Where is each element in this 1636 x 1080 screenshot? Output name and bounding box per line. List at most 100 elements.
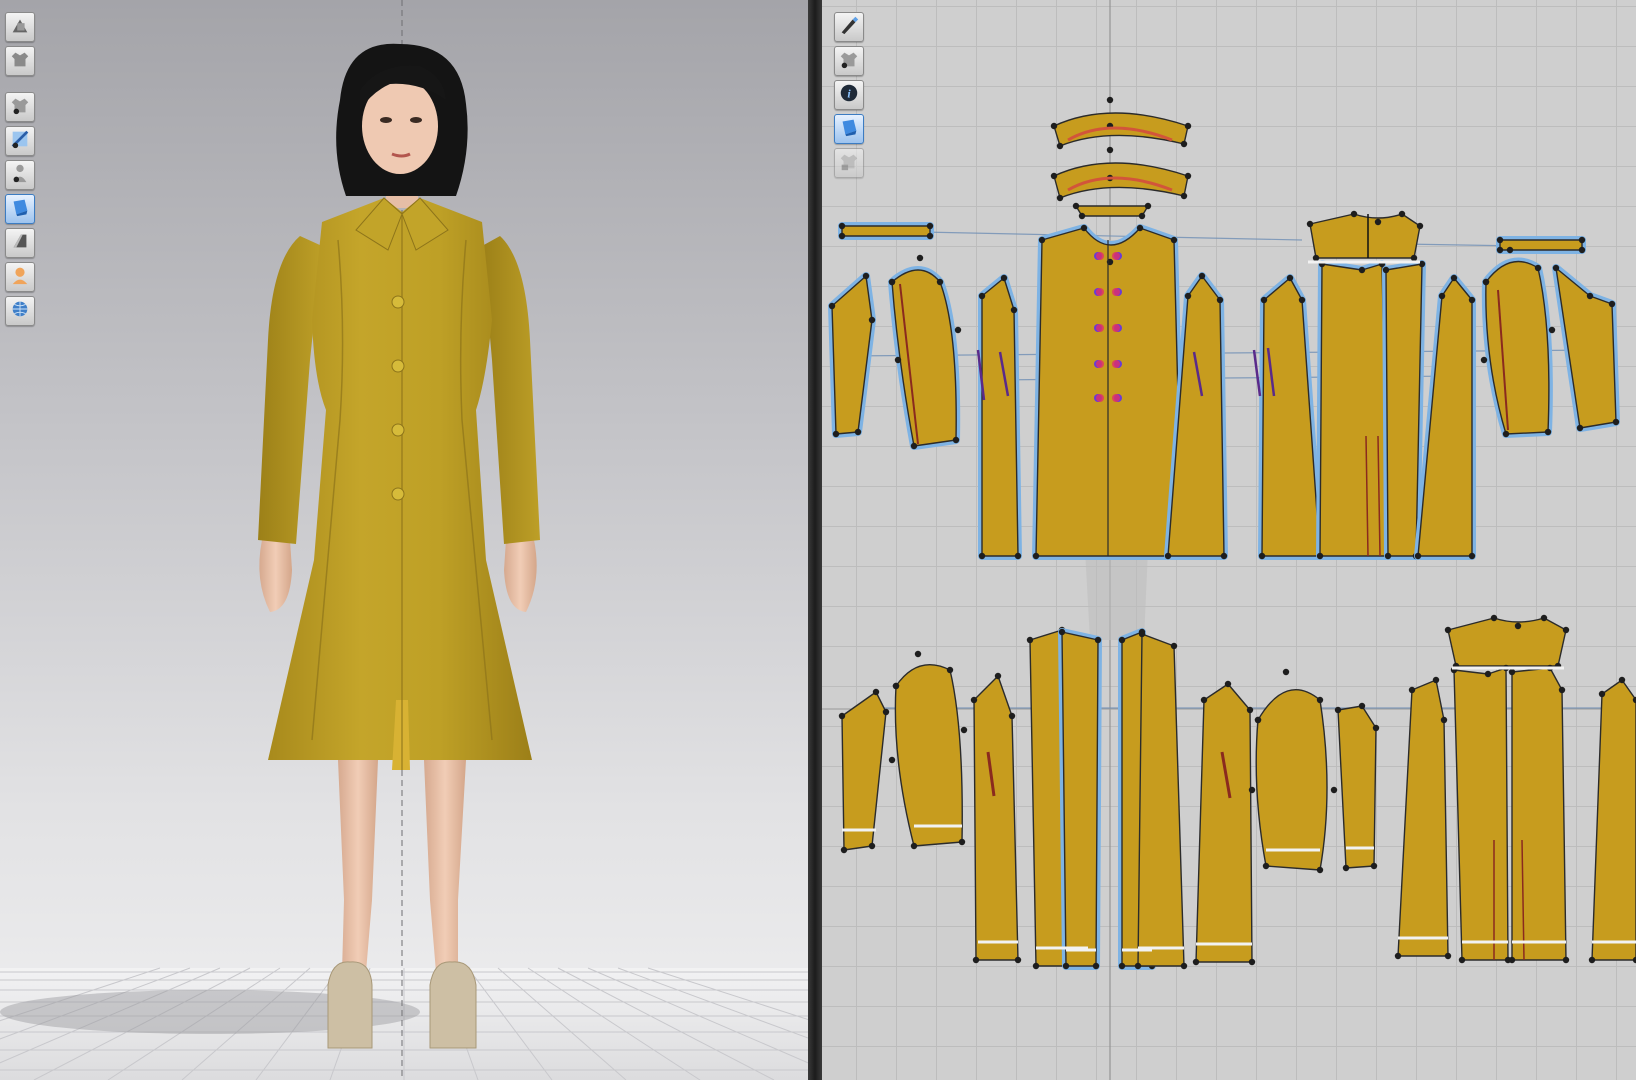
pattern-piece-collar-stand-bottom[interactable] xyxy=(1053,162,1189,199)
pattern-point[interactable] xyxy=(1298,296,1306,304)
pattern-point[interactable] xyxy=(1144,202,1152,210)
pattern-point[interactable] xyxy=(868,316,876,324)
pattern-pieces[interactable] xyxy=(828,96,1636,970)
pattern-piece-back-yoke[interactable] xyxy=(1309,213,1421,259)
pattern-point[interactable] xyxy=(1548,326,1556,334)
environment-button[interactable] xyxy=(5,296,35,326)
pattern-point[interactable] xyxy=(1260,296,1268,304)
pattern-point[interactable] xyxy=(1106,96,1114,104)
pattern-point[interactable] xyxy=(1248,958,1256,966)
pattern-point[interactable] xyxy=(954,326,962,334)
pattern-point[interactable] xyxy=(828,302,836,310)
pattern-point[interactable] xyxy=(926,222,934,230)
pattern-point[interactable] xyxy=(1508,668,1516,676)
pattern-point[interactable] xyxy=(1358,702,1366,710)
pattern-point[interactable] xyxy=(1334,706,1342,714)
pattern-point[interactable] xyxy=(1490,614,1498,622)
pattern-info-button[interactable]: i xyxy=(834,80,864,110)
pattern-piece-back-yoke-bottom[interactable] xyxy=(1447,617,1567,667)
pattern-point[interactable] xyxy=(1056,194,1064,202)
pattern-point[interactable] xyxy=(1008,712,1016,720)
pattern-point[interactable] xyxy=(1080,224,1088,232)
pattern-point[interactable] xyxy=(1192,958,1200,966)
pattern-point[interactable] xyxy=(1382,266,1390,274)
pattern-piece-back-left-bottom[interactable] xyxy=(1453,667,1509,961)
pattern-point[interactable] xyxy=(1180,192,1188,200)
show-garment-2d-button[interactable] xyxy=(834,46,864,76)
pattern-point[interactable] xyxy=(1224,680,1232,688)
pattern-point[interactable] xyxy=(978,552,986,560)
pattern-point[interactable] xyxy=(958,838,966,846)
pattern-point[interactable] xyxy=(862,272,870,280)
pattern-point[interactable] xyxy=(1184,292,1192,300)
pattern-point[interactable] xyxy=(838,712,846,720)
pattern-point[interactable] xyxy=(1198,272,1206,280)
pattern-point[interactable] xyxy=(894,356,902,364)
pattern-point[interactable] xyxy=(1014,552,1022,560)
pattern-point[interactable] xyxy=(1562,956,1570,964)
fabric-mode-button[interactable] xyxy=(5,194,35,224)
skin-button[interactable] xyxy=(5,262,35,292)
pattern-piece-sleeve-under-right-bottom[interactable] xyxy=(1337,705,1377,869)
pattern-point[interactable] xyxy=(888,756,896,764)
pattern-point[interactable] xyxy=(952,436,960,444)
show-garment-button[interactable] xyxy=(5,92,35,122)
pattern-point[interactable] xyxy=(1118,962,1126,970)
pattern-point[interactable] xyxy=(1502,430,1510,438)
pattern-point[interactable] xyxy=(1342,864,1350,872)
pattern-point[interactable] xyxy=(1330,786,1338,794)
pattern-piece-sleeve-top-right-bottom[interactable] xyxy=(1255,689,1328,871)
pattern-point[interactable] xyxy=(1444,952,1452,960)
pattern-point[interactable] xyxy=(1216,296,1224,304)
pattern-point[interactable] xyxy=(1254,716,1262,724)
texture-surface-button[interactable] xyxy=(5,126,35,156)
pattern-point[interactable] xyxy=(1026,636,1034,644)
pattern-point[interactable] xyxy=(1558,686,1566,694)
pattern-point[interactable] xyxy=(1248,786,1256,794)
pattern-point[interactable] xyxy=(1010,306,1018,314)
pattern-point[interactable] xyxy=(1458,956,1466,964)
pattern-point[interactable] xyxy=(840,846,848,854)
pattern-point[interactable] xyxy=(1370,862,1378,870)
pattern-point[interactable] xyxy=(972,956,980,964)
pattern-point[interactable] xyxy=(1246,706,1254,714)
pattern-point[interactable] xyxy=(1358,266,1366,274)
pattern-point[interactable] xyxy=(1014,956,1022,964)
pattern-point[interactable] xyxy=(1200,696,1208,704)
pattern-piece-sleeve-top-left-bottom[interactable] xyxy=(894,663,963,847)
pattern-edit-button[interactable] xyxy=(834,12,864,42)
pattern-point[interactable] xyxy=(832,430,840,438)
pattern-point[interactable] xyxy=(1482,278,1490,286)
pattern-point[interactable] xyxy=(1398,210,1406,218)
pattern-point[interactable] xyxy=(1608,300,1616,308)
pattern-point[interactable] xyxy=(1410,254,1418,262)
pattern-point[interactable] xyxy=(1180,962,1188,970)
pattern-point[interactable] xyxy=(1094,636,1102,644)
viewport-2d-pattern[interactable]: i xyxy=(822,0,1636,1080)
pattern-point[interactable] xyxy=(1514,622,1522,630)
pattern-piece-back-center-top[interactable] xyxy=(1319,263,1389,557)
viewport-splitter[interactable] xyxy=(808,0,822,1080)
pattern-point[interactable] xyxy=(1432,676,1440,684)
display-garment-button[interactable] xyxy=(5,46,35,76)
pattern-point[interactable] xyxy=(1576,424,1584,432)
pattern-piece-sleeve-under-left-bottom[interactable] xyxy=(841,691,887,851)
pattern-point[interactable] xyxy=(1508,956,1516,964)
pattern-point[interactable] xyxy=(1588,956,1596,964)
pattern-point[interactable] xyxy=(868,842,876,850)
pattern-point[interactable] xyxy=(1586,292,1594,300)
pattern-point[interactable] xyxy=(1050,172,1058,180)
viewport-3d[interactable] xyxy=(0,0,808,1080)
pattern-point[interactable] xyxy=(1384,552,1392,560)
pattern-point[interactable] xyxy=(1180,140,1188,148)
pattern-piece-side-front-left-top[interactable] xyxy=(981,277,1019,557)
pattern-point[interactable] xyxy=(1562,626,1570,634)
pattern-point[interactable] xyxy=(1374,218,1382,226)
pattern-point[interactable] xyxy=(916,254,924,262)
pattern-point[interactable] xyxy=(838,222,846,230)
pattern-point[interactable] xyxy=(1416,222,1424,230)
pattern-point[interactable] xyxy=(1312,254,1320,262)
pocket-welt-line[interactable] xyxy=(1252,349,1262,397)
pattern-point[interactable] xyxy=(1220,552,1228,560)
pattern-point[interactable] xyxy=(1038,236,1046,244)
